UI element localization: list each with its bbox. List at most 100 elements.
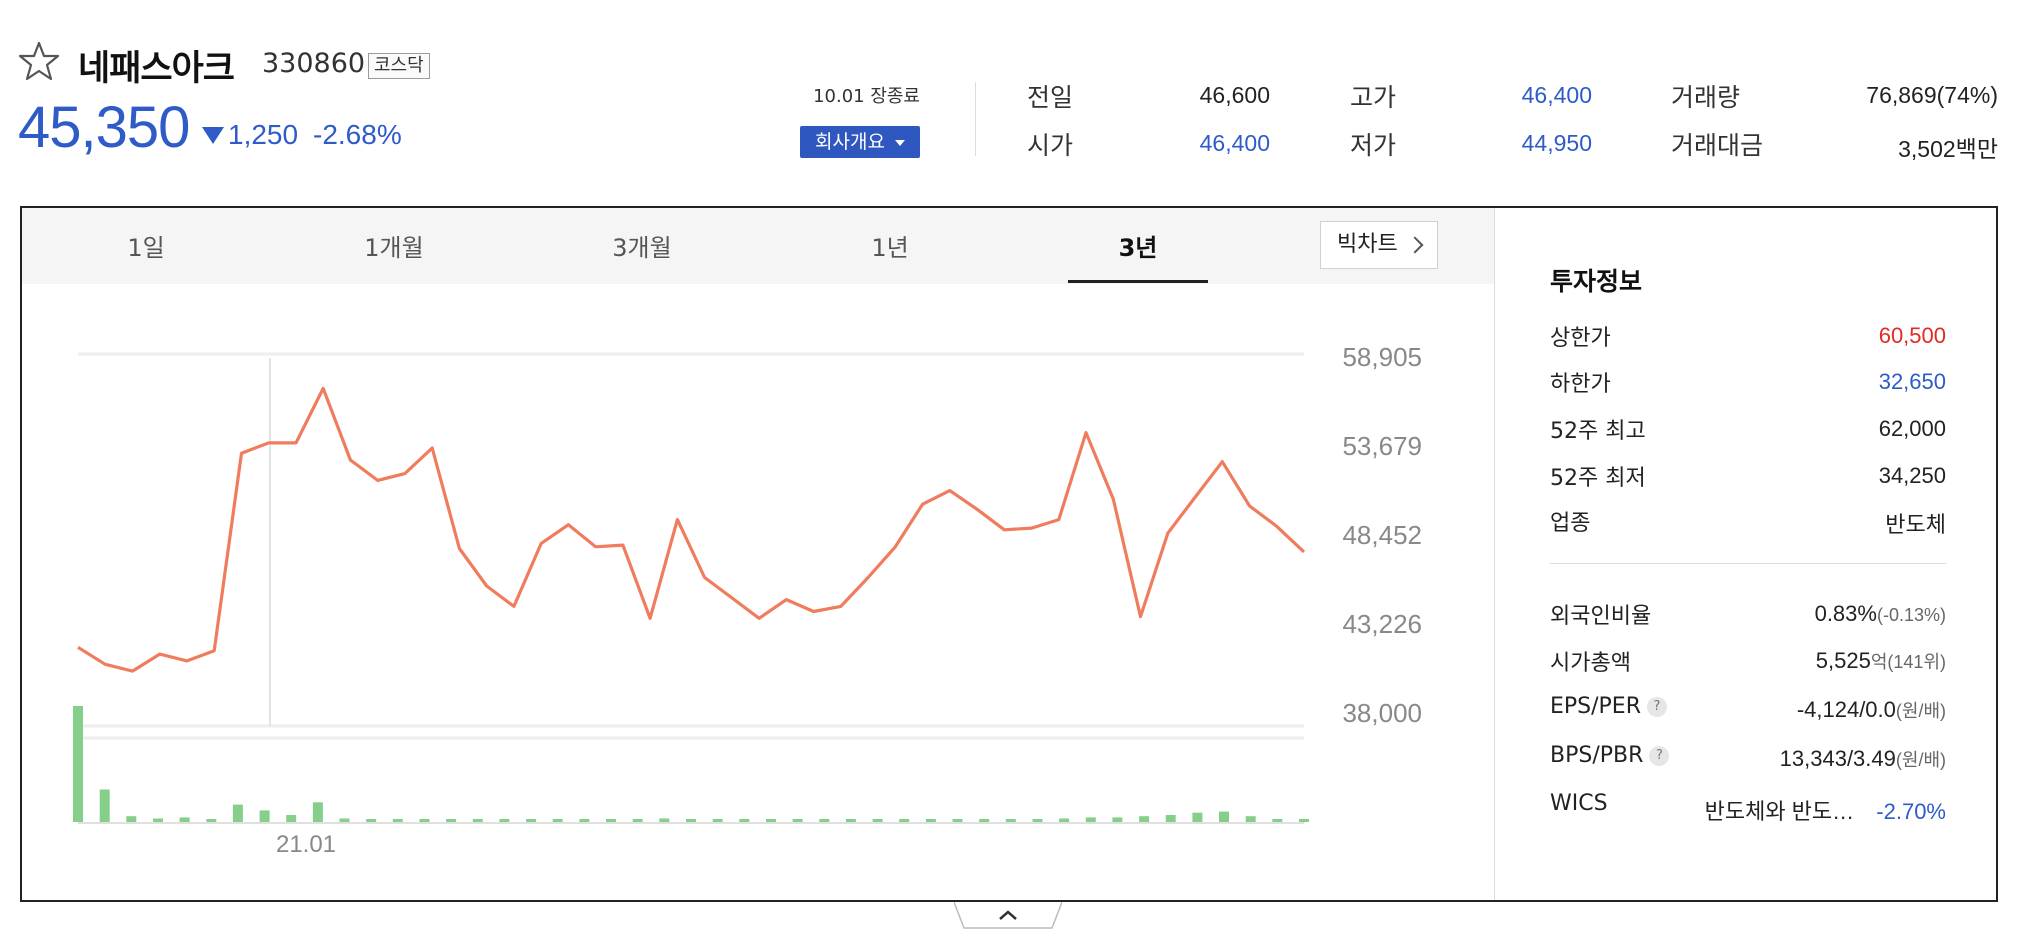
current-price: 45,350	[18, 95, 190, 160]
volume-bar	[712, 819, 723, 822]
company-overview-label: 회사개요	[815, 131, 885, 153]
industry-label: 업종	[1550, 511, 1591, 536]
volume-value: 76,869(74%)	[1866, 82, 1998, 108]
stock-code: 330860	[262, 48, 366, 79]
volume-bar	[1272, 819, 1283, 822]
wics-rate: -2.70%	[1876, 799, 1946, 824]
tab-3year[interactable]: 3년	[1068, 228, 1208, 263]
eps-per-text: EPS/PER	[1550, 694, 1641, 719]
volume-bar	[1059, 818, 1070, 822]
chevron-right-icon	[1406, 236, 1424, 254]
volume-bar	[899, 819, 910, 822]
volume-bar	[446, 819, 457, 822]
amount-label: 거래대금	[1671, 131, 1764, 160]
volume-bar	[126, 816, 137, 822]
week52-low-label: 52주 최저	[1550, 466, 1646, 491]
volume-bar	[659, 818, 670, 822]
foreign-ratio-value: 0.83%(-0.13%)	[1815, 601, 1946, 627]
volume-bar	[1032, 819, 1043, 822]
header-divider	[975, 82, 976, 156]
lower-limit-label: 하한가	[1550, 372, 1611, 397]
open-label: 시가	[1027, 131, 1074, 160]
big-chart-button[interactable]: 빅차트	[1320, 221, 1438, 269]
volume-bar	[952, 819, 963, 822]
volume-bar	[499, 819, 510, 822]
volume-bar	[392, 819, 403, 822]
volume-bar	[925, 819, 936, 822]
volume-bar	[286, 815, 297, 822]
favorite-star-icon[interactable]	[18, 40, 60, 82]
bps-pbr-text: BPS/PBR	[1550, 743, 1644, 768]
amount-value: 3,502백만	[1898, 136, 1998, 162]
volume-bar	[1139, 816, 1150, 822]
volume-bar	[1299, 819, 1309, 822]
bps-pbr-number: 13,343/3.49	[1779, 746, 1896, 771]
prev-close-value: 46,600	[1199, 82, 1270, 108]
company-overview-button[interactable]: 회사개요	[800, 126, 920, 158]
y-tick-label: 48,452	[1342, 520, 1422, 550]
volume-bar	[766, 819, 776, 822]
y-tick-label: 53,679	[1342, 431, 1422, 461]
market-cap-number: 5,525	[1815, 648, 1871, 673]
caret-down-icon	[894, 139, 905, 146]
volume-bar	[206, 819, 217, 822]
collapse-toggle[interactable]	[954, 902, 1062, 930]
foreign-ratio-label: 외국인비율	[1550, 604, 1652, 629]
price-change-rate: -2.68%	[313, 119, 402, 150]
volume-bar	[632, 819, 643, 822]
tab-3month[interactable]: 3개월	[572, 228, 712, 263]
volume-bar	[979, 819, 990, 822]
volume-bar	[1219, 811, 1229, 822]
market-cap-value: 5,525억(141위)	[1816, 648, 1946, 674]
info-separator	[1550, 563, 1946, 564]
volume-bar	[312, 802, 323, 822]
help-icon[interactable]: ?	[1649, 746, 1670, 766]
market-cap-unit: 억(141위)	[1870, 652, 1946, 672]
bps-pbr-value: 13,343/3.49(원/배)	[1780, 746, 1946, 772]
volume-bar	[366, 819, 377, 822]
volume-bar	[472, 819, 483, 822]
volume-bar	[1165, 815, 1176, 822]
volume-bar	[1192, 812, 1203, 822]
volume-bar	[552, 819, 563, 822]
prev-close-label: 전일	[1027, 83, 1074, 112]
low-value: 44,950	[1521, 130, 1592, 156]
period-tabbar	[22, 208, 1495, 284]
volume-bar	[1005, 819, 1016, 822]
bps-pbr-unit: (원/배)	[1895, 750, 1946, 770]
low-label: 저가	[1350, 131, 1397, 160]
tab-1year[interactable]: 1년	[820, 228, 960, 263]
price-change: 1,250	[228, 119, 299, 150]
volume-bar	[819, 819, 830, 822]
volume-bar	[73, 706, 83, 822]
open-value: 46,400	[1199, 130, 1270, 156]
volume-bar	[339, 818, 350, 822]
eps-per-number: -4,124/0.0	[1796, 697, 1896, 722]
wics-industry[interactable]: 반도체와 반도…	[1705, 799, 1855, 824]
eps-per-unit: (원/배)	[1895, 701, 1946, 721]
bps-pbr-label: BPS/PBR?	[1550, 743, 1670, 768]
tab-1day[interactable]: 1일	[76, 228, 216, 263]
wics-value: 반도체와 반도… -2.70%	[1705, 794, 1946, 826]
x-axis-label: 21.01	[276, 831, 336, 858]
help-icon[interactable]: ?	[1647, 697, 1667, 717]
volume-bar	[686, 819, 696, 822]
upper-limit-label: 상한가	[1550, 326, 1611, 351]
volume-bar	[259, 810, 270, 822]
tab-1month[interactable]: 1개월	[324, 228, 464, 263]
volume-bar	[153, 818, 163, 822]
volume-bar	[872, 819, 883, 822]
volume-bar	[179, 817, 190, 822]
week52-high-label: 52주 최고	[1550, 419, 1646, 444]
volume-bar	[1245, 816, 1256, 822]
active-tab-indicator	[1068, 280, 1208, 283]
y-tick-label: 43,226	[1342, 609, 1422, 639]
volume-bar	[579, 819, 590, 822]
price-line	[77, 386, 1306, 673]
volume-bar	[739, 819, 750, 822]
price-chart: 58,905 53,679 48,452 43,226 38,000 21.01	[73, 342, 1422, 858]
lower-limit-value: 32,650	[1878, 369, 1946, 394]
volume-bar	[526, 819, 537, 822]
volume-bar	[232, 804, 243, 822]
market-badge: 코스닥	[368, 53, 430, 79]
